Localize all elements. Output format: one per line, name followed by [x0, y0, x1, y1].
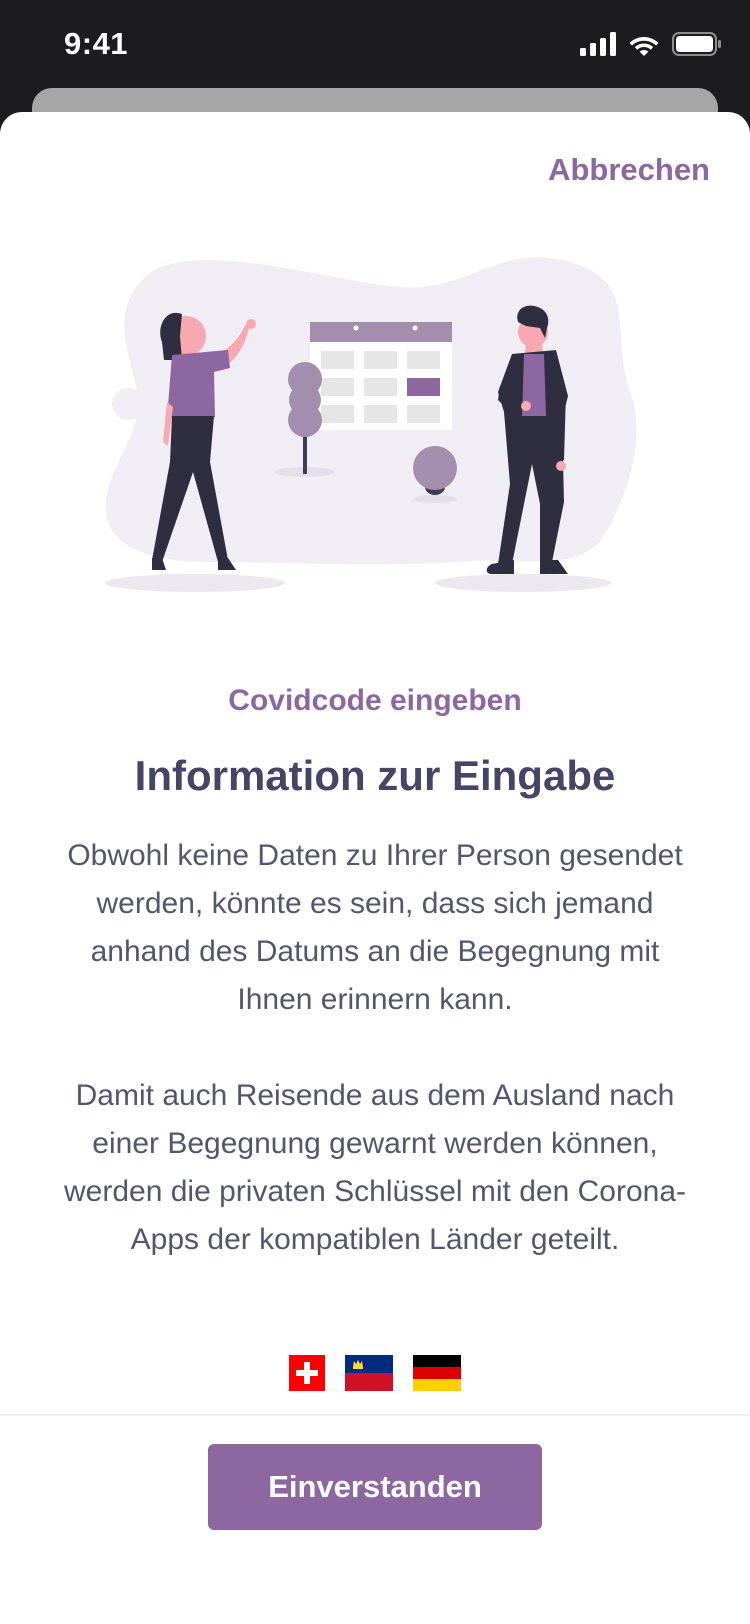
switzerland-flag [289, 1355, 325, 1391]
status-icons [580, 32, 722, 56]
battery-icon [672, 32, 721, 56]
agree-button[interactable]: Einverstanden [208, 1444, 542, 1530]
germany-flag [413, 1355, 461, 1391]
status-bar: 9:41 [0, 0, 750, 90]
info-paragraph-1: Obwohl keine Daten zu Ihrer Person gesen… [67, 839, 683, 1016]
section-subtitle: Covidcode eingeben [228, 684, 522, 717]
cellular-signal-icon [580, 32, 616, 56]
info-text: Obwohl keine Daten zu Ihrer Person gesen… [50, 832, 700, 1264]
modal-sheet: Abbrechen Covidcode eingeben Information… [0, 112, 750, 1624]
status-time: 9:41 [64, 26, 129, 61]
page-title: Information zur Eingabe [134, 752, 616, 799]
liechtenstein-flag [345, 1355, 393, 1391]
footer-divider [0, 1414, 750, 1416]
cancel-button[interactable]: Abbrechen [548, 152, 710, 188]
info-paragraph-2: Damit auch Reisende aus dem Ausland nach… [64, 1079, 686, 1256]
calendar-icon [310, 322, 452, 430]
wifi-icon [629, 37, 659, 56]
calendar-people-illustration [105, 257, 637, 592]
country-flags [0, 1355, 750, 1391]
